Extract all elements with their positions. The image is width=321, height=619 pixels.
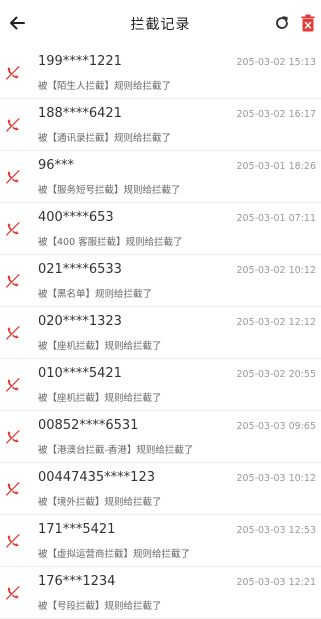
record-rule-description: 被【座机拦截】规则给拦截了 <box>38 341 162 352</box>
record-phone-number: 96*** <box>38 158 75 173</box>
blocked-call-icon <box>5 585 21 601</box>
blocked-call-icon <box>5 325 21 341</box>
blocked-call-icon <box>5 117 21 133</box>
top-bar: 拦截记录 <box>0 0 321 47</box>
blocked-call-icon <box>5 533 21 549</box>
trash-icon <box>301 14 315 32</box>
record-timestamp: 205-03-03 10:12 <box>236 473 316 484</box>
record-rule-description: 被【号段拦截】规则给拦截了 <box>38 601 162 612</box>
blocked-call-icon <box>5 221 21 237</box>
record-row[interactable]: 176***1234 205-03-03 12:21 被【号段拦截】规则给拦截了 <box>0 567 321 619</box>
record-phone-number: 00447435****123 <box>38 470 155 485</box>
blocked-call-icon <box>5 273 21 289</box>
record-timestamp: 205-03-02 10:12 <box>236 265 316 276</box>
record-rule-description: 被【陌生人拦截】规则给拦截了 <box>38 81 172 92</box>
delete-all-button[interactable] <box>298 11 318 35</box>
record-row[interactable]: 96*** 205-03-01 18:26 被【服务短号拦截】规则给拦截了 <box>0 151 321 203</box>
record-phone-number: 020****1323 <box>38 314 122 329</box>
record-timestamp: 205-03-01 18:26 <box>236 161 316 172</box>
record-rule-description: 被【服务短号拦截】规则给拦截了 <box>38 185 181 196</box>
record-list: 199****1221 205-03-02 15:13 被【陌生人拦截】规则给拦截了… <box>0 47 321 619</box>
record-phone-number: 400****653 <box>38 210 114 225</box>
record-row[interactable]: 188****6421 205-03-02 16:17 被【通讯录拦截】规则给拦截了 <box>0 99 321 151</box>
record-rule-description: 被【通讯录拦截】规则给拦截了 <box>38 133 172 144</box>
record-phone-number: 199****1221 <box>38 54 122 69</box>
blocked-call-icon <box>5 429 21 445</box>
record-rule-description: 被【港澳台拦截-香港】规则给拦截了 <box>38 445 194 456</box>
record-rule-description: 被【境外拦截】规则给拦截了 <box>38 497 162 508</box>
record-timestamp: 205-03-02 20:55 <box>236 369 316 380</box>
record-phone-number: 021****6533 <box>38 262 122 277</box>
refresh-icon <box>276 16 288 29</box>
record-row[interactable]: 00852****6531 205-03-03 09:65 被【港澳台拦截-香港】规… <box>0 411 321 463</box>
record-rule-description: 被【黑名单】规则给拦截了 <box>38 289 153 300</box>
record-rule-description: 被【400 客服拦截】规则给拦截了 <box>38 237 183 248</box>
record-timestamp: 205-03-01 07:11 <box>236 213 316 224</box>
record-rule-description: 被【虚拟运营商拦截】规则给拦截了 <box>38 549 191 560</box>
record-timestamp: 205-03-02 15:13 <box>236 57 316 68</box>
refresh-button[interactable] <box>272 13 292 33</box>
record-row[interactable]: 010****5421 205-03-02 20:55 被【座机拦截】规则给拦截了 <box>0 359 321 411</box>
record-row[interactable]: 021****6533 205-03-02 10:12 被【黑名单】规则给拦截了 <box>0 255 321 307</box>
call-block-records-screen: 拦截记录 199****1221 205-03-02 15:13 被【陌生人拦截】规… <box>0 0 321 619</box>
blocked-call-icon <box>5 65 21 81</box>
record-timestamp: 205-03-02 16:17 <box>236 109 316 120</box>
record-row[interactable]: 199****1221 205-03-02 15:13 被【陌生人拦截】规则给拦截了 <box>0 47 321 99</box>
record-phone-number: 188****6421 <box>38 106 122 121</box>
blocked-call-icon <box>5 169 21 185</box>
blocked-call-icon <box>5 481 21 497</box>
record-timestamp: 205-03-02 12:12 <box>236 317 316 328</box>
record-phone-number: 010****5421 <box>38 366 122 381</box>
record-phone-number: 00852****6531 <box>38 418 139 433</box>
record-row[interactable]: 020****1323 205-03-02 12:12 被【座机拦截】规则给拦截了 <box>0 307 321 359</box>
record-phone-number: 171***5421 <box>38 522 116 537</box>
record-timestamp: 205-03-03 12:21 <box>236 577 316 588</box>
record-row[interactable]: 00447435****123 205-03-03 10:12 被【境外拦截】规则给… <box>0 463 321 515</box>
blocked-call-icon <box>5 377 21 393</box>
record-row[interactable]: 171***5421 205-03-03 12:53 被【虚拟运营商拦截】规则给拦截… <box>0 515 321 567</box>
record-phone-number: 176***1234 <box>38 574 116 589</box>
record-row[interactable]: 400****653 205-03-01 07:11 被【400 客服拦截】规则给拦… <box>0 203 321 255</box>
record-rule-description: 被【座机拦截】规则给拦截了 <box>38 393 162 404</box>
record-timestamp: 205-03-03 09:65 <box>236 421 316 432</box>
record-timestamp: 205-03-03 12:53 <box>236 525 316 536</box>
